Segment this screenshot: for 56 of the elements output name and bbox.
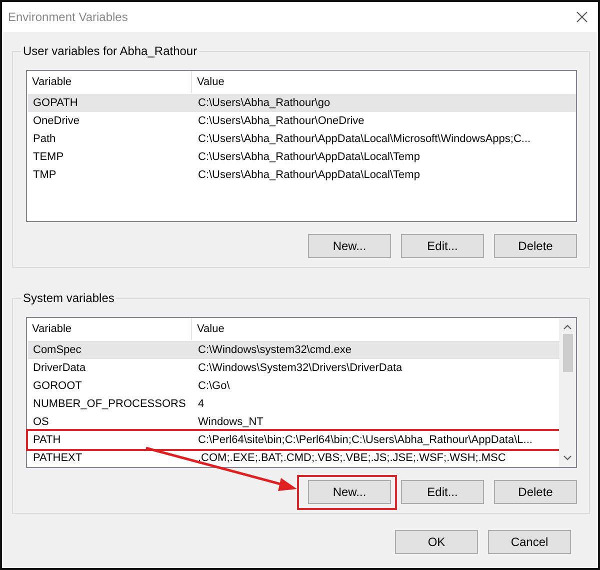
dialog-button[interactable]: New... bbox=[308, 480, 391, 504]
table-cell-text: ComSpec bbox=[32, 344, 82, 356]
table-cell-text: C:\Windows\system32\cmd.exe bbox=[197, 344, 352, 356]
table-cell-text: .COM;.EXE;.BAT;.CMD;.VBS;.VBE;.JS;.JSE;.WSF;.WSH;.MSC bbox=[197, 452, 507, 464]
table-cell-text: PATH bbox=[32, 434, 62, 446]
table-cell-text: 4 bbox=[197, 398, 206, 410]
column-header[interactable]: Variable bbox=[27, 71, 192, 93]
column-header[interactable]: Value bbox=[192, 71, 576, 93]
window-title: Environment Variables bbox=[8, 10, 128, 24]
table-row[interactable]: NUMBER_OF_PROCESSORS 4 bbox=[28, 395, 559, 413]
table-cell-text: PATHEXT bbox=[32, 452, 84, 464]
table-cell-text: C:\Users\Abha_Rathour\AppData\Local\Temp bbox=[197, 169, 421, 181]
dialog-button[interactable]: OK bbox=[395, 530, 478, 554]
table-row[interactable]: GOPATH C:\Users\Abha_Rathour\go bbox=[28, 94, 576, 112]
scrollbar[interactable] bbox=[559, 318, 576, 467]
table-cell-text: OS bbox=[32, 416, 50, 428]
table-cell-text: Path bbox=[32, 133, 57, 145]
table-cell-text: GOPATH bbox=[32, 97, 79, 109]
column-header[interactable]: Value bbox=[192, 318, 559, 340]
close-icon[interactable] bbox=[576, 11, 588, 23]
table-row[interactable]: PATH C:\Perl64\site\bin;C:\Perl64\bin;C:\Users\Abha_Rathour\AppData\L... bbox=[28, 431, 559, 449]
table-row[interactable]: ComSpec C:\Windows\system32\cmd.exe bbox=[28, 341, 559, 359]
table-row[interactable]: TEMP C:\Users\Abha_Rathour\AppData\Local\Temp bbox=[28, 148, 576, 166]
column-header[interactable]: Variable bbox=[27, 318, 192, 340]
scroll-down-icon[interactable] bbox=[563, 455, 572, 461]
table-row[interactable]: DriverData C:\Windows\System32\Drivers\DriverData bbox=[28, 359, 559, 377]
dialog-button[interactable]: Delete bbox=[494, 480, 577, 504]
table-cell-text: C:\Users\Abha_Rathour\AppData\Local\Microsoft\WindowsApps;C... bbox=[197, 133, 532, 145]
table-cell-text: TMP bbox=[32, 169, 58, 181]
table-cell-text: C:\Windows\System32\Drivers\DriverData bbox=[197, 362, 404, 374]
table-cell-text: C:\Users\Abha_Rathour\OneDrive bbox=[197, 115, 366, 127]
table-cell-text: DriverData bbox=[32, 362, 87, 374]
dialog-button[interactable]: New... bbox=[308, 234, 391, 258]
dialog-button[interactable]: Cancel bbox=[488, 530, 571, 554]
table-cell-text: GOROOT bbox=[32, 380, 83, 392]
dialog-button[interactable]: Edit... bbox=[401, 234, 484, 258]
table-cell-text: OneDrive bbox=[32, 115, 80, 127]
table-cell-text: C:\Users\Abha_Rathour\go bbox=[197, 97, 332, 109]
scroll-up-icon[interactable] bbox=[563, 324, 572, 330]
table-row[interactable]: OneDrive C:\Users\Abha_Rathour\OneDrive bbox=[28, 112, 576, 130]
table-cell-text: Windows_NT bbox=[197, 416, 264, 428]
table-row[interactable]: TMP C:\Users\Abha_Rathour\AppData\Local\Temp bbox=[28, 166, 576, 184]
table-cell-text: TEMP bbox=[32, 151, 65, 163]
table-cell-text: C:\Perl64\site\bin;C:\Perl64\bin;C:\Users\Abha_Rathour\AppData\L... bbox=[197, 434, 534, 446]
group-title: User variables for Abha_Rathour bbox=[21, 44, 200, 58]
scrollbar-thumb[interactable] bbox=[562, 334, 572, 372]
group-title: System variables bbox=[21, 291, 116, 305]
table-row[interactable]: PATHEXT .COM;.EXE;.BAT;.CMD;.VBS;.VBE;.JS;.JSE;.WSF;.WSH;.MSC bbox=[28, 449, 559, 467]
table-row[interactable]: OS Windows_NT bbox=[28, 413, 559, 431]
table-row[interactable]: GOROOT C:\Go\ bbox=[28, 377, 559, 395]
table-cell-text: NUMBER_OF_PROCESSORS bbox=[32, 398, 187, 410]
dialog-button[interactable]: Edit... bbox=[401, 480, 484, 504]
table-cell-text: C:\Go\ bbox=[197, 380, 231, 392]
table-cell-text: C:\Users\Abha_Rathour\AppData\Local\Temp bbox=[197, 151, 421, 163]
dialog-button[interactable]: Delete bbox=[494, 234, 577, 258]
table-row[interactable]: Path C:\Users\Abha_Rathour\AppData\Local\Microsoft\WindowsApps;C... bbox=[28, 130, 576, 148]
